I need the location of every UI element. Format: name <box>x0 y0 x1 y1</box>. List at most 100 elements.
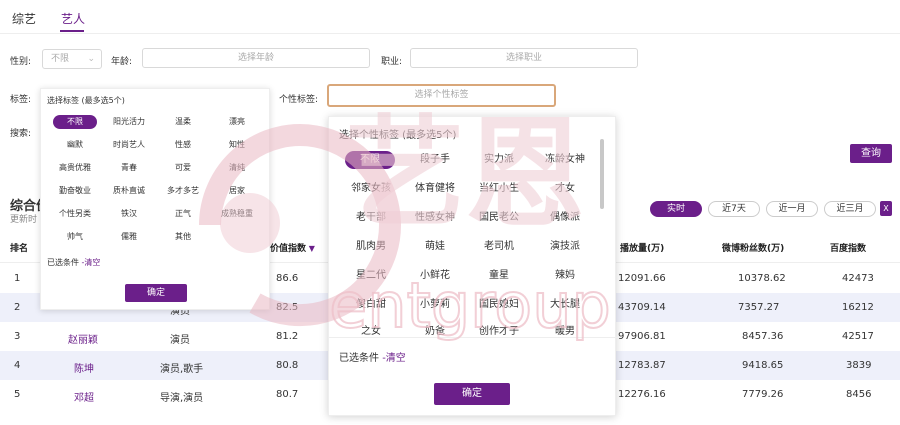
th-value[interactable]: 价值指数 ▼ <box>270 241 315 254</box>
tag-option[interactable]: 时尚艺人 <box>107 138 151 152</box>
personal-tag-option[interactable]: 创作才子 <box>469 323 529 335</box>
personal-tag-option[interactable]: 国民老公 <box>469 209 529 227</box>
gender-select[interactable]: 不限 ⌄ <box>42 49 102 69</box>
cell-value: 86.6 <box>276 273 299 284</box>
section-update-time: 更新时 <box>10 215 38 225</box>
period-7d[interactable]: 近7天 <box>708 201 760 217</box>
tag-selected-conditions: 已选条件 -清空 <box>47 257 100 268</box>
tag-option[interactable]: 勤奋敬业 <box>53 184 97 198</box>
personal-tag-option[interactable]: 国民媳妇 <box>469 296 529 314</box>
personal-tag-placeholder: 选择个性标签 <box>414 90 469 100</box>
tag-option[interactable]: 个性另类 <box>53 207 97 221</box>
personal-confirm-button[interactable]: 确定 <box>434 383 510 405</box>
personal-tag-option[interactable]: 实力派 <box>469 151 529 169</box>
personal-tag-option[interactable]: 当红小生 <box>469 180 529 198</box>
cell-name[interactable]: 赵丽颖 <box>68 331 98 346</box>
personal-tag-option[interactable]: 童星 <box>469 267 529 285</box>
cell-value: 80.7 <box>276 389 299 400</box>
personal-tag-option[interactable]: 傻白甜 <box>341 296 401 314</box>
tab-variety[interactable]: 综艺 <box>12 10 36 27</box>
dropdown-scrollbar[interactable] <box>600 139 604 209</box>
cell-weibo: 7779.26 <box>742 389 784 400</box>
cell-value: 82.5 <box>276 302 299 313</box>
personal-tag-option[interactable]: 体育健将 <box>405 180 465 198</box>
tag-option[interactable]: 可爱 <box>161 161 205 175</box>
cell-baidu: 16212 <box>842 302 874 313</box>
tag-option[interactable]: 儒雅 <box>107 230 151 244</box>
personal-tag-dropdown: 选择个性标签 (最多选5个) 不限 段子手 实力派 冻龄女神 邻家女孩 体育健将… <box>328 116 617 416</box>
tag-option[interactable]: 温柔 <box>161 115 205 129</box>
tag-option[interactable]: 居家 <box>215 184 259 198</box>
personal-tag-option[interactable]: 才女 <box>535 180 595 198</box>
period-1m[interactable]: 近一月 <box>766 201 818 217</box>
personal-tag-dropdown-header: 选择个性标签 (最多选5个) <box>339 130 457 141</box>
tag-option[interactable]: 清纯 <box>215 161 259 175</box>
tag-option[interactable]: 青春 <box>107 161 151 175</box>
cell-play: 12276.16 <box>618 389 666 400</box>
tag-confirm-button[interactable]: 确定 <box>125 284 187 302</box>
personal-tag-option[interactable]: 肌肉男 <box>341 238 401 256</box>
personal-tag-option[interactable]: 大长腿 <box>535 296 595 314</box>
job-select[interactable]: 选择职业 <box>410 48 638 68</box>
gender-value: 不限 <box>51 54 70 64</box>
age-label: 年龄: <box>111 57 133 67</box>
personal-tag-option[interactable]: 邻家女孩 <box>341 180 401 198</box>
cell-rank: 2 <box>14 302 21 313</box>
tag-option[interactable]: 高贵优雅 <box>53 161 97 175</box>
job-placeholder: 选择职业 <box>505 53 542 63</box>
tag-option[interactable]: 幽默 <box>53 138 97 152</box>
cell-play: 43709.14 <box>618 302 666 313</box>
query-button[interactable]: 查询 <box>850 144 892 163</box>
tag-option[interactable]: 质朴直诚 <box>107 184 151 198</box>
cell-rank: 1 <box>14 273 21 284</box>
cell-rank: 3 <box>14 331 21 342</box>
tag-clear-link[interactable]: -清空 <box>82 258 101 267</box>
tag-dropdown-header: 选择标签 (最多选5个) <box>47 96 125 105</box>
tag-dropdown: 选择标签 (最多选5个) 不限 阳光活力 温柔 漂亮 幽默 时尚艺人 性感 知性… <box>40 88 270 310</box>
personal-tag-select[interactable]: 选择个性标签 <box>327 84 556 107</box>
period-realtime[interactable]: 实时 <box>650 201 702 217</box>
tag-option[interactable]: 知性 <box>215 138 259 152</box>
th-weibo: 微博粉丝数(万) <box>722 244 785 254</box>
personal-tag-option[interactable]: 性感女神 <box>405 209 465 227</box>
personal-tag-option[interactable]: 段子手 <box>405 151 465 169</box>
tag-option[interactable]: 正气 <box>161 207 205 221</box>
tag-option[interactable]: 其他 <box>161 230 205 244</box>
personal-tag-option[interactable]: 之女 <box>341 323 401 335</box>
personal-clear-link[interactable]: -清空 <box>382 353 406 364</box>
cell-name[interactable]: 邓超 <box>74 389 94 404</box>
tag-option[interactable]: 铁汉 <box>107 207 151 221</box>
tag-option[interactable]: 帅气 <box>53 230 97 244</box>
period-3m[interactable]: 近三月 <box>824 201 876 217</box>
personal-tag-option[interactable]: 小萝莉 <box>405 296 465 314</box>
excel-icon[interactable]: X <box>880 201 892 216</box>
personal-tag-option[interactable]: 星二代 <box>341 267 401 285</box>
personal-tag-option[interactable]: 小鲜花 <box>405 267 465 285</box>
tab-artist[interactable]: 艺人 <box>61 10 85 27</box>
personal-tag-option[interactable]: 演技派 <box>535 238 595 256</box>
personal-tag-option[interactable]: 萌娃 <box>405 238 465 256</box>
personal-tag-option[interactable]: 辣妈 <box>535 267 595 285</box>
cell-name[interactable]: 陈坤 <box>74 360 94 375</box>
tag-option[interactable]: 不限 <box>53 115 97 129</box>
personal-tag-option[interactable]: 老干部 <box>341 209 401 227</box>
th-baidu: 百度指数 <box>830 244 867 254</box>
age-placeholder: 选择年龄 <box>237 53 274 63</box>
personal-tag-option[interactable]: 冻龄女神 <box>535 151 595 169</box>
personal-tag-option[interactable]: 暖男 <box>535 323 595 335</box>
cell-role: 演员 <box>170 335 190 346</box>
personal-tag-option[interactable]: 不限 <box>345 151 395 169</box>
cell-rank: 5 <box>14 389 21 400</box>
age-select[interactable]: 选择年龄 <box>142 48 370 68</box>
tag-option[interactable]: 漂亮 <box>215 115 259 129</box>
cell-baidu: 3839 <box>846 360 872 371</box>
tag-option[interactable]: 性感 <box>161 138 205 152</box>
tag-option[interactable]: 多才多艺 <box>161 184 205 198</box>
gender-label: 性别: <box>10 57 32 67</box>
personal-tag-option[interactable]: 老司机 <box>469 238 529 256</box>
personal-tag-option[interactable]: 奶爸 <box>405 323 465 335</box>
tag-option[interactable]: 成熟稳重 <box>215 207 259 221</box>
dropdown-divider <box>329 337 617 338</box>
tag-option[interactable]: 阳光活力 <box>107 115 151 129</box>
personal-tag-option[interactable]: 偶像派 <box>535 209 595 227</box>
